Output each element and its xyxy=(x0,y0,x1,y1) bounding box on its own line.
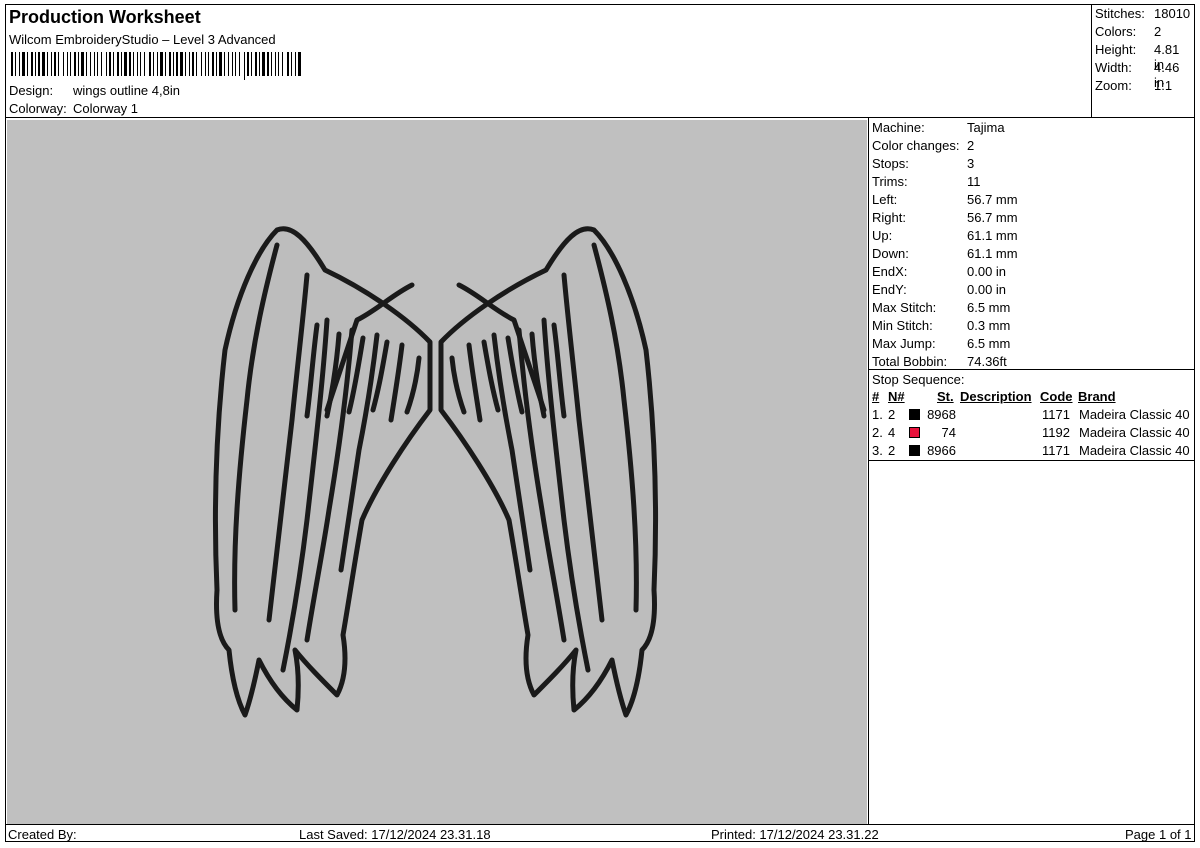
machine-info-row: Color changes: 2 xyxy=(872,138,974,153)
stop-number: 3. xyxy=(872,443,883,458)
summary-height: Height: 4.81 in xyxy=(1095,42,1180,72)
color-swatch-icon xyxy=(909,427,920,438)
panel-divider xyxy=(868,118,869,824)
info-value: 61.1 mm xyxy=(967,246,1018,261)
info-label: Max Jump: xyxy=(872,336,936,351)
thread-brand: Madeira Classic 40 xyxy=(1079,425,1190,440)
info-label: Total Bobbin: xyxy=(872,354,948,369)
table-row: 2. 4 74 1192 Madeira Classic 40 xyxy=(872,425,1194,443)
colorway-name: Colorway 1 xyxy=(73,101,139,116)
table-row: 3. 2 8966 1171 Madeira Classic 40 xyxy=(872,443,1194,461)
machine-info-row: Machine: Tajima xyxy=(872,120,1005,135)
needle-number: 4 xyxy=(888,425,896,440)
info-label: Trims: xyxy=(872,174,908,189)
machine-info-row: Trims: 11 xyxy=(872,174,981,189)
info-label: EndX: xyxy=(872,264,908,279)
info-value: 2 xyxy=(967,138,975,153)
info-value: 56.7 mm xyxy=(967,192,1018,207)
barcode-icon xyxy=(11,52,301,80)
info-value: 11 xyxy=(967,174,981,189)
thread-code: 1171 xyxy=(1042,407,1070,422)
worksheet-footer: Created By: Last Saved: 17/12/2024 23.31… xyxy=(5,824,1195,842)
table-row: 1. 2 8968 1171 Madeira Classic 40 xyxy=(872,407,1194,425)
machine-info-row: Stops: 3 xyxy=(872,156,974,171)
colorway-label: Colorway: xyxy=(9,101,67,116)
color-swatch-icon xyxy=(909,445,920,456)
machine-info-row: EndX: 0.00 in xyxy=(872,264,1006,279)
table-divider xyxy=(868,460,1195,461)
info-label: Down: xyxy=(872,246,909,261)
color-swatch-icon xyxy=(909,409,920,420)
info-value: 0.00 in xyxy=(967,264,1007,279)
info-value: 6.5 mm xyxy=(967,300,1011,315)
info-value: 6.5 mm xyxy=(967,336,1011,351)
thread-code: 1192 xyxy=(1042,425,1070,440)
info-value: 56.7 mm xyxy=(967,210,1018,225)
info-label: EndY: xyxy=(872,282,907,297)
info-label: Up: xyxy=(872,228,893,243)
stop-sequence-title: Stop Sequence: xyxy=(872,372,965,387)
info-label: Right: xyxy=(872,210,906,225)
stitch-count: 8966 xyxy=(927,443,956,458)
angel-wings-outline-icon xyxy=(212,226,659,718)
needle-number: 2 xyxy=(888,407,896,422)
design-preview xyxy=(7,120,867,824)
stitch-count: 74 xyxy=(941,425,956,440)
machine-info-row: Right: 56.7 mm xyxy=(872,210,1018,225)
info-value: 74.36ft xyxy=(967,354,1007,369)
machine-info-row: Total Bobbin: 74.36ft xyxy=(872,354,1007,369)
machine-info-row: Left: 56.7 mm xyxy=(872,192,1018,207)
page-title: Production Worksheet xyxy=(9,7,201,27)
needle-number: 2 xyxy=(888,443,896,458)
machine-info-row: EndY: 0.00 in xyxy=(872,282,1006,297)
info-label: Color changes: xyxy=(872,138,960,153)
design-label: Design: xyxy=(9,83,54,98)
summary-zoom: Zoom: 1:1 xyxy=(1095,78,1173,93)
info-divider xyxy=(868,369,1195,370)
page-number: Page 1 of 1 xyxy=(1125,827,1192,842)
design-name: wings outline 4,8in xyxy=(73,83,180,98)
stitch-count: 8968 xyxy=(927,407,956,422)
last-saved: Last Saved: 17/12/2024 23.31.18 xyxy=(299,827,491,842)
machine-info-row: Down: 61.1 mm xyxy=(872,246,1018,261)
thread-brand: Madeira Classic 40 xyxy=(1079,407,1190,422)
col-header-code: Code xyxy=(1040,389,1073,404)
machine-info-row: Up: 61.1 mm xyxy=(872,228,1018,243)
col-header-stitches: St. xyxy=(937,389,954,404)
created-by: Created By: xyxy=(8,827,77,842)
software-name: Wilcom EmbroideryStudio – Level 3 Advanc… xyxy=(9,32,276,47)
info-label: Machine: xyxy=(872,120,925,135)
col-header-brand: Brand xyxy=(1078,389,1116,404)
info-label: Max Stitch: xyxy=(872,300,937,315)
col-header-num: # xyxy=(872,389,880,404)
summary-width: Width: 4.46 in xyxy=(1095,60,1180,90)
info-value: 0.00 in xyxy=(967,282,1007,297)
info-label: Min Stitch: xyxy=(872,318,933,333)
info-label: Stops: xyxy=(872,156,909,171)
summary-stitches: Stitches: 18010 xyxy=(1095,6,1191,21)
thread-code: 1171 xyxy=(1042,443,1070,458)
info-value: Tajima xyxy=(967,120,1005,135)
stop-number: 2. xyxy=(872,425,883,440)
summary-colors: Colors: 2 xyxy=(1095,24,1162,39)
thread-brand: Madeira Classic 40 xyxy=(1079,443,1190,458)
col-header-needle: N# xyxy=(888,389,905,404)
printed-date: Printed: 17/12/2024 23.31.22 xyxy=(711,827,879,842)
info-value: 3 xyxy=(967,156,975,171)
info-label: Left: xyxy=(872,192,898,207)
info-value: 61.1 mm xyxy=(967,228,1018,243)
stop-number: 1. xyxy=(872,407,883,422)
info-value: 0.3 mm xyxy=(967,318,1011,333)
worksheet-header: Production Worksheet Wilcom EmbroiderySt… xyxy=(5,4,1091,118)
machine-info-row: Min Stitch: 0.3 mm xyxy=(872,318,1010,333)
summary-box: Stitches: 18010 Colors: 2 Height: 4.81 in W… xyxy=(1091,4,1195,118)
col-header-description: Description xyxy=(960,389,1032,404)
machine-info-row: Max Jump: 6.5 mm xyxy=(872,336,1010,351)
machine-info-row: Max Stitch: 6.5 mm xyxy=(872,300,1010,315)
